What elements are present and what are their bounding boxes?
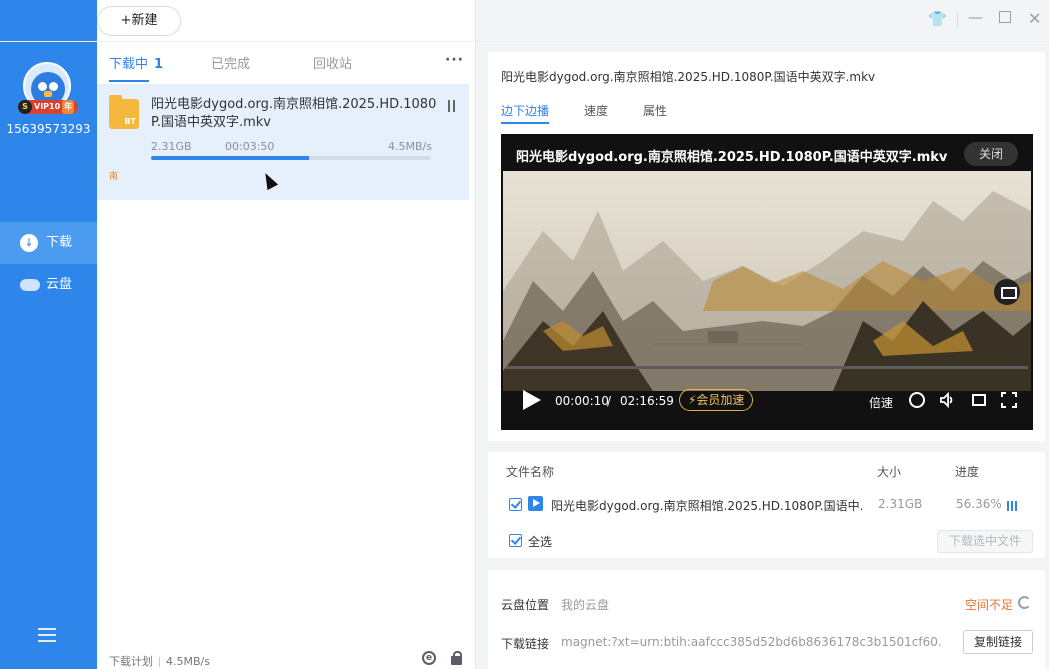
sidebar: S VIP10 年 15639573293 ↓ 下载 云盘	[0, 0, 97, 669]
lock-icon[interactable]	[451, 651, 462, 665]
download-list-pane: +新建 下载中 1 已完成 回收站 ··· BT 阳光电影dygod.org.南京…	[97, 0, 476, 669]
select-all-checkbox[interactable]	[509, 534, 522, 547]
player-title: 阳光电影dygod.org.南京照相馆.2025.HD.1080P.国语中英双字…	[516, 150, 948, 165]
download-selected-button[interactable]: 下载选中文件	[937, 530, 1033, 553]
download-link-label: 下载链接	[501, 637, 550, 651]
file-list-panel: 文件名称 大小 进度 阳光电影dygod.org.南京照相馆.2025.HD.1…	[488, 452, 1045, 558]
detail-tab-underline	[501, 122, 549, 124]
tab-downloading[interactable]: 下载中 1	[109, 53, 163, 72]
vip-accelerate-button[interactable]: ⚡会员加速	[679, 389, 754, 411]
svip-icon: S	[18, 100, 32, 114]
task-name: 阳光电影dygod.org.南京照相馆.2025.HD.1080P.国语中英双字…	[151, 97, 437, 130]
landscape-painting	[503, 191, 1031, 391]
task-size: 2.31GB	[151, 140, 192, 153]
sidebar-item-label: 下载	[46, 235, 73, 250]
sidebar-item-cloud[interactable]: 云盘	[0, 264, 97, 306]
more-options-icon[interactable]: ···	[445, 52, 464, 68]
volume-icon[interactable]	[939, 392, 955, 408]
file-name-header: 文件名称	[506, 465, 555, 479]
file-progress: 56.36%	[956, 497, 1002, 511]
video-frame[interactable]	[503, 171, 1031, 391]
menu-icon[interactable]	[38, 628, 56, 642]
download-plan[interactable]: 下载计划 4.5MB/s	[109, 653, 210, 669]
detail-title: 阳光电影dygod.org.南京照相馆.2025.HD.1080P.国语中英双字…	[501, 70, 876, 84]
new-task-button[interactable]: +新建	[97, 6, 181, 36]
sidebar-item-label: 云盘	[46, 277, 73, 292]
fullscreen-icon[interactable]	[1001, 392, 1017, 408]
close-window-icon[interactable]: ✕	[1028, 9, 1041, 28]
video-file-icon	[528, 496, 543, 511]
tab-underline	[109, 80, 149, 82]
header-divider	[0, 41, 1049, 42]
tab-speed[interactable]: 速度	[584, 102, 608, 119]
task-progress-bar	[151, 156, 431, 160]
file-name: 阳光电影dygod.org.南京照相馆.2025.HD.1080P.国语中...	[551, 499, 863, 513]
download-icon: ↓	[20, 233, 38, 252]
cloud-panel: 云盘位置 我的云盘 空间不足 下载链接 magnet:?xt=urn:btih:…	[488, 570, 1045, 669]
vip-badge: S VIP10 年	[18, 100, 79, 114]
file-size: 2.31GB	[878, 497, 923, 511]
window-mode-icon[interactable]	[971, 392, 987, 408]
sidebar-item-download[interactable]: ↓ 下载	[0, 222, 97, 264]
bt-folder-icon: BT	[109, 95, 139, 129]
total-time: 02:16:59	[620, 394, 674, 408]
pause-icon[interactable]	[448, 100, 458, 112]
tab-properties[interactable]: 属性	[643, 102, 667, 119]
play-icon[interactable]	[523, 390, 541, 410]
file-progress-header: 进度	[955, 465, 980, 479]
refresh-icon[interactable]	[1018, 596, 1031, 609]
ie-browser-icon[interactable]: e	[422, 651, 436, 665]
task-item[interactable]: BT 阳光电影dygod.org.南京照相馆.2025.HD.1080P.国语中…	[97, 84, 469, 200]
divider	[957, 12, 958, 28]
task-progress-fill	[151, 156, 309, 160]
skin-icon[interactable]: 👕	[928, 10, 947, 28]
maximize-icon[interactable]	[999, 11, 1011, 23]
video-player[interactable]: 阳光电影dygod.org.南京照相馆.2025.HD.1080P.国语中英双字…	[501, 134, 1033, 430]
close-player-button[interactable]: 关闭	[964, 142, 1018, 166]
cloud-location-label: 云盘位置	[501, 598, 550, 612]
copy-link-button[interactable]: 复制链接	[963, 630, 1033, 654]
user-id: 15639573293	[6, 122, 91, 136]
downloading-bars-icon	[1007, 500, 1019, 511]
task-remaining-time: 00:03:50	[225, 140, 275, 153]
select-all-label: 全选	[528, 535, 553, 549]
current-time: 00:00:10	[555, 394, 609, 408]
tab-play-while-download[interactable]: 边下边播	[501, 102, 549, 119]
tab-completed[interactable]: 已完成	[211, 53, 250, 72]
tab-recycle-bin[interactable]: 回收站	[313, 53, 352, 72]
playback-speed-button[interactable]: 倍速	[869, 394, 893, 411]
plus-icon: +	[120, 13, 132, 28]
minimize-icon[interactable]: —	[968, 8, 983, 26]
player-controls: 00:00:10 / 02:16:59 ⚡会员加速 倍速	[501, 384, 1033, 414]
download-link-value: magnet:?xt=urn:btih:aafccc385d52bd6b8636…	[561, 635, 941, 649]
detail-panel: 阳光电影dygod.org.南京照相馆.2025.HD.1080P.国语中英双字…	[488, 52, 1045, 441]
space-warning: 空间不足	[965, 598, 1014, 612]
time-separator: /	[607, 394, 612, 408]
file-checkbox[interactable]	[509, 498, 522, 511]
file-size-header: 大小	[877, 465, 902, 479]
task-speed: 4.5MB/s	[388, 140, 432, 153]
task-flag-icon: 南	[109, 172, 119, 182]
seek-bar[interactable]	[506, 366, 1028, 369]
cloud-icon	[20, 278, 40, 291]
caption-icon[interactable]	[994, 279, 1020, 305]
cloud-location-value[interactable]: 我的云盘	[561, 596, 609, 613]
settings-icon[interactable]	[909, 392, 925, 408]
file-row[interactable]: 阳光电影dygod.org.南京照相馆.2025.HD.1080P.国语中...…	[488, 492, 1045, 518]
